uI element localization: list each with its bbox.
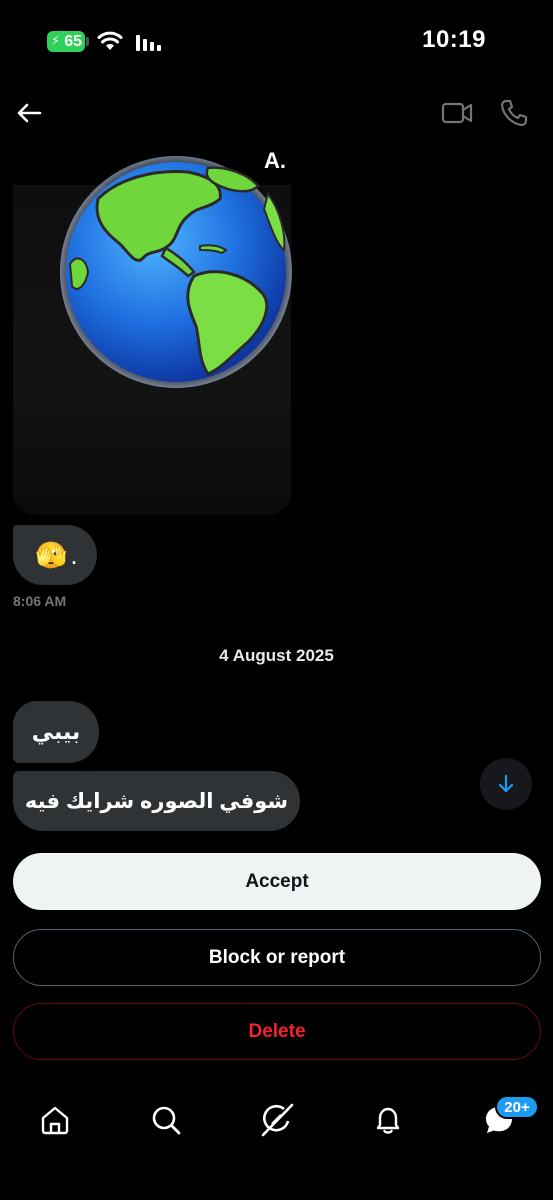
nav-grok[interactable]: [257, 1100, 297, 1140]
emoji-message-suffix: .: [70, 540, 78, 570]
battery-cap: [86, 37, 89, 46]
nav-search[interactable]: [146, 1100, 186, 1140]
emoji-face-with-hand: 🫣: [35, 539, 68, 570]
status-bar: ⚡ 65 10:19: [0, 0, 553, 80]
block-or-report-button[interactable]: Block or report: [13, 929, 541, 986]
video-call-icon[interactable]: [441, 100, 473, 126]
arrow-left-icon: [17, 103, 42, 123]
date-separator: 4 August 2025: [219, 646, 334, 665]
status-time: 10:19: [422, 26, 486, 53]
search-icon: [152, 1106, 181, 1135]
wifi-icon: [97, 31, 123, 50]
nav-home[interactable]: [35, 1100, 75, 1140]
earth-globe-image: [60, 156, 292, 388]
cellular-signal-icon: [136, 33, 161, 51]
home-icon: [41, 1106, 69, 1135]
delete-button[interactable]: Delete: [13, 1003, 541, 1060]
arrow-down-icon: [498, 774, 514, 793]
message-timestamp: 8:06 AM: [13, 593, 67, 609]
accept-button[interactable]: Accept: [13, 853, 541, 910]
messages-badge: 20+: [495, 1095, 539, 1119]
image-message[interactable]: [13, 156, 292, 515]
battery-indicator: ⚡ 65: [47, 31, 85, 52]
nav-notifications[interactable]: [368, 1100, 408, 1140]
scroll-to-bottom-button[interactable]: [480, 758, 532, 810]
bottom-navigation: [0, 1080, 553, 1160]
message-text: بيبي: [31, 719, 81, 744]
message-bubble[interactable]: بيبي: [13, 701, 99, 763]
grok-icon: [261, 1103, 294, 1137]
notifications-icon: [376, 1107, 400, 1134]
back-button[interactable]: [14, 98, 44, 128]
battery-level: 65: [64, 32, 82, 50]
charging-icon: ⚡: [51, 33, 61, 48]
message-bubble[interactable]: شوفي الصوره شرايك فيه: [13, 771, 300, 831]
emoji-message[interactable]: 🫣 .: [13, 525, 97, 585]
phone-call-icon[interactable]: [499, 98, 529, 128]
message-text: شوفي الصوره شرايك فيه: [24, 789, 289, 813]
